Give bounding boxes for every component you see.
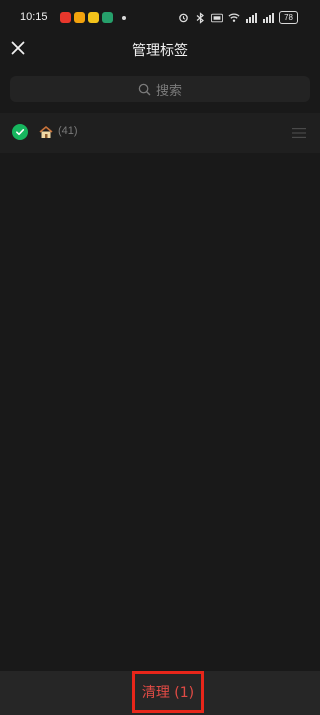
checkbox-checked[interactable] bbox=[12, 124, 28, 140]
search-placeholder: 搜索 bbox=[155, 83, 182, 99]
tag-count: (41) bbox=[58, 125, 78, 137]
house-icon bbox=[39, 125, 53, 138]
battery-icon: 78 bbox=[279, 11, 298, 24]
header: 管理标签 bbox=[0, 34, 320, 62]
signal-icon bbox=[245, 12, 258, 24]
status-time: 10:15 bbox=[20, 11, 48, 23]
search-icon bbox=[138, 83, 151, 95]
wifi-icon bbox=[228, 12, 240, 24]
hd-icon bbox=[211, 12, 224, 24]
system-icons: 78 bbox=[177, 11, 298, 24]
alarm-icon bbox=[177, 12, 189, 24]
tag-row[interactable]: (41) bbox=[0, 113, 320, 153]
notification-icons bbox=[60, 12, 126, 23]
signal-icon bbox=[262, 12, 275, 24]
app-notification-icon bbox=[74, 12, 85, 23]
check-icon bbox=[16, 129, 25, 136]
bluetooth-icon bbox=[194, 11, 206, 24]
clean-button-label: 清理 (1) bbox=[141, 685, 195, 701]
drag-handle-icon[interactable] bbox=[292, 127, 306, 139]
more-notifications-dot bbox=[122, 15, 126, 20]
search-input[interactable]: 搜索 bbox=[10, 76, 310, 102]
app-notification-icon bbox=[60, 12, 71, 23]
status-bar: 10:15 78 bbox=[0, 0, 320, 34]
clean-button[interactable]: 清理 (1) bbox=[132, 671, 204, 713]
app-notification-icon bbox=[88, 12, 99, 23]
app-notification-icon bbox=[102, 12, 113, 23]
page-title: 管理标签 bbox=[132, 43, 188, 59]
